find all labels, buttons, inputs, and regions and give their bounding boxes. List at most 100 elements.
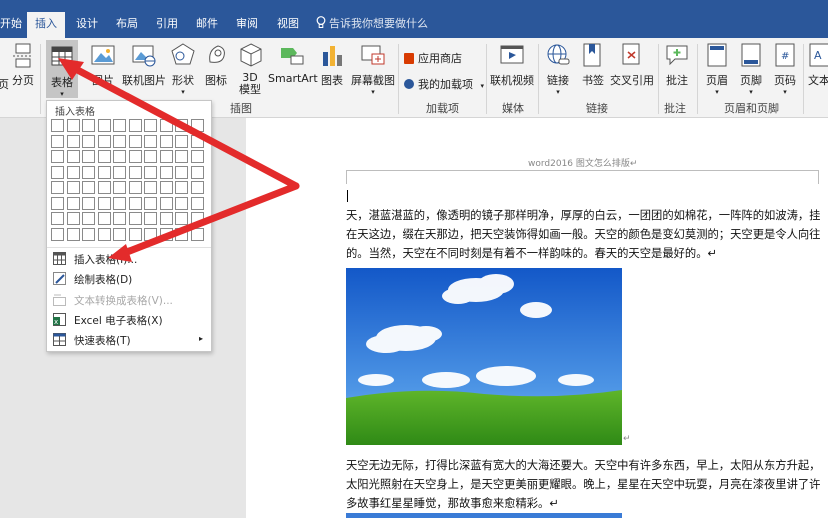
tell-me-search[interactable]: 告诉我你想要做什么 — [316, 12, 428, 38]
grid-cell[interactable] — [175, 227, 188, 241]
my-addins-button[interactable]: 我的加载项 ▾ — [404, 76, 484, 92]
grid-cell[interactable] — [113, 119, 126, 132]
grid-cell[interactable] — [113, 150, 126, 163]
grid-cell[interactable] — [175, 134, 188, 148]
online-picture-button[interactable]: 联机图片 — [121, 42, 167, 88]
grid-cell[interactable] — [128, 181, 142, 194]
grid-cell[interactable] — [190, 181, 204, 194]
grid-cell[interactable] — [82, 196, 95, 210]
grid-cell[interactable] — [82, 227, 95, 241]
page-break-button[interactable]: 分页 — [10, 42, 36, 88]
header-button[interactable]: 页眉 ▾ — [704, 42, 730, 96]
grid-cell[interactable] — [66, 227, 80, 241]
grid-cell[interactable] — [82, 119, 95, 132]
grid-cell[interactable] — [175, 165, 188, 179]
grid-cell[interactable] — [175, 181, 188, 194]
grid-cell[interactable] — [128, 212, 142, 225]
smartart-button[interactable]: SmartArt — [268, 42, 318, 85]
textbox-button[interactable]: A 文本 — [808, 42, 828, 88]
grid-cell[interactable] — [97, 212, 111, 225]
icons-button[interactable]: 图标 — [204, 42, 228, 88]
grid-cell[interactable] — [144, 212, 157, 225]
comment-button[interactable]: 批注 — [664, 42, 690, 88]
grid-cell[interactable] — [159, 134, 173, 148]
grid-cell[interactable] — [51, 227, 64, 241]
table-button[interactable]: 表格 ▾ — [46, 40, 78, 98]
grid-cell[interactable] — [190, 212, 204, 225]
picture-button[interactable]: 图片 — [88, 42, 118, 88]
grid-cell[interactable] — [51, 181, 64, 194]
sky-image[interactable] — [346, 268, 622, 445]
grid-cell[interactable] — [97, 165, 111, 179]
tab-layout[interactable]: 布局 — [116, 12, 138, 38]
grid-cell[interactable] — [175, 196, 188, 210]
paragraph-2[interactable]: 天空无边无际，打得比深蓝有宽大的大海还要大。天空中有许多东西，早上，太阳从东方升… — [346, 456, 824, 513]
tab-review[interactable]: 审阅 — [236, 12, 258, 38]
tab-references[interactable]: 引用 — [156, 12, 178, 38]
grid-cell[interactable] — [97, 150, 111, 163]
grid-cell[interactable] — [159, 165, 173, 179]
grid-cell[interactable] — [190, 134, 204, 148]
tab-mailings[interactable]: 邮件 — [196, 12, 218, 38]
grid-cell[interactable] — [51, 165, 64, 179]
app-store-button[interactable]: 应用商店 — [404, 50, 462, 66]
grid-cell[interactable] — [159, 150, 173, 163]
tab-design[interactable]: 设计 — [76, 12, 98, 38]
grid-cell[interactable] — [144, 227, 157, 241]
grid-cell[interactable] — [113, 196, 126, 210]
paragraph-1[interactable]: 天，湛蓝湛蓝的，像透明的镜子那样明净，厚厚的白云，一团团的如棉花，一阵阵的如波涛… — [346, 206, 824, 263]
grid-cell[interactable] — [113, 227, 126, 241]
grid-cell[interactable] — [51, 134, 64, 148]
grid-cell[interactable] — [97, 119, 111, 132]
grid-cell[interactable] — [82, 134, 95, 148]
bookmark-button[interactable]: 书签 — [580, 42, 606, 88]
grid-cell[interactable] — [51, 196, 64, 210]
grid-cell[interactable] — [113, 165, 126, 179]
grid-cell[interactable] — [190, 196, 204, 210]
shapes-button[interactable]: 形状 ▾ — [170, 42, 196, 96]
grid-cell[interactable] — [128, 134, 142, 148]
grid-cell[interactable] — [82, 181, 95, 194]
grid-cell[interactable] — [128, 196, 142, 210]
grid-cell[interactable] — [97, 181, 111, 194]
grid-cell[interactable] — [66, 196, 80, 210]
grid-cell[interactable] — [97, 196, 111, 210]
grid-cell[interactable] — [82, 150, 95, 163]
link-button[interactable]: 链接 ▾ — [545, 42, 571, 96]
cross-reference-button[interactable]: 交叉引用 — [610, 42, 654, 88]
tab-insert[interactable]: 插入 — [27, 12, 65, 38]
tab-view[interactable]: 视图 — [277, 12, 299, 38]
online-video-button[interactable]: 联机视频 — [490, 42, 534, 88]
grid-cell[interactable] — [144, 196, 157, 210]
grid-cell[interactable] — [97, 227, 111, 241]
grid-cell[interactable] — [190, 150, 204, 163]
grid-cell[interactable] — [66, 150, 80, 163]
grid-cell[interactable] — [66, 165, 80, 179]
grid-cell[interactable] — [97, 134, 111, 148]
grid-cell[interactable] — [51, 150, 64, 163]
screenshot-button[interactable]: 屏幕截图 ▾ — [351, 42, 395, 96]
grid-cell[interactable] — [113, 212, 126, 225]
grid-cell[interactable] — [159, 119, 173, 132]
grid-cell[interactable] — [128, 227, 142, 241]
grid-cell[interactable] — [66, 134, 80, 148]
chart-button[interactable]: 图表 — [320, 42, 344, 88]
menu-item-draw-table[interactable]: 绘制表格(D) — [47, 269, 211, 289]
grid-cell[interactable] — [175, 212, 188, 225]
menu-item-quick-tables[interactable]: 快速表格(T) ▸ — [47, 330, 211, 350]
grid-cell[interactable] — [128, 150, 142, 163]
grid-cell[interactable] — [190, 227, 204, 241]
menu-item-insert-table[interactable]: 插入表格(I)... — [47, 249, 211, 269]
grid-cell[interactable] — [144, 181, 157, 194]
grid-cell[interactable] — [159, 196, 173, 210]
footer-button[interactable]: 页脚 ▾ — [738, 42, 764, 96]
grid-cell[interactable] — [144, 165, 157, 179]
grid-cell[interactable] — [113, 134, 126, 148]
grid-cell[interactable] — [82, 212, 95, 225]
grid-cell[interactable] — [190, 165, 204, 179]
grid-cell[interactable] — [82, 165, 95, 179]
grid-cell[interactable] — [51, 212, 64, 225]
menu-item-excel-sheet[interactable]: x Excel 电子表格(X) — [47, 310, 211, 330]
grid-cell[interactable] — [51, 119, 64, 132]
grid-cell[interactable] — [190, 119, 204, 132]
